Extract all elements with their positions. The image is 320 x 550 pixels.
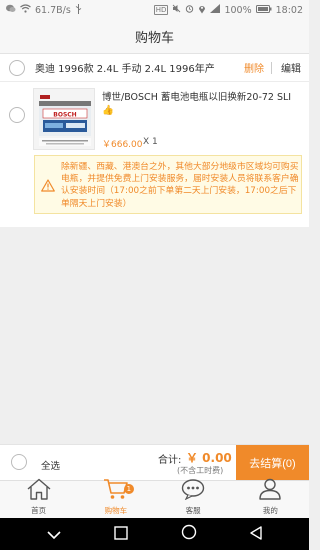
- home-nav-icon[interactable]: [181, 524, 197, 544]
- header: 购物车: [0, 20, 309, 54]
- alarm-icon: [185, 4, 194, 16]
- location-icon: [198, 4, 206, 17]
- tab-mine[interactable]: 我的: [232, 478, 309, 518]
- tab-bar: 首页 1 购物车 客服 我的: [0, 478, 309, 518]
- product-quantity: X 1: [143, 137, 158, 147]
- home-icon: [26, 478, 52, 504]
- hd-badge: HD: [153, 5, 169, 15]
- usb-icon: [75, 3, 82, 17]
- back-icon[interactable]: [249, 525, 263, 544]
- group-select-radio[interactable]: [9, 59, 25, 76]
- tab-service-label: 客服: [185, 506, 201, 515]
- battery-icon: [255, 4, 272, 16]
- select-all-label[interactable]: 全选: [41, 458, 60, 472]
- install-notice: 除新疆、西藏、港澳台之外，其他大部分地级市区域均可购买电瓶，并提供免费上门安装服…: [34, 155, 302, 214]
- collapse-icon[interactable]: [46, 525, 62, 544]
- tab-cart[interactable]: 1 购物车: [77, 479, 154, 518]
- vehicle-name: 奥迪 1996款 2.4L 手动 2.4L 1996年产: [35, 64, 215, 75]
- like-emoji: 👍: [102, 105, 114, 116]
- product-title: 博世/BOSCH 蓄电池电瓶以旧换新20-72 SLI: [102, 92, 292, 103]
- clock: 18:02: [275, 4, 303, 16]
- divider: [271, 62, 272, 74]
- select-all-radio[interactable]: [11, 454, 27, 470]
- battery-product-image: BOSCH: [34, 89, 94, 149]
- fee-note: (不含工时费): [177, 466, 224, 475]
- chat-icon: [180, 478, 206, 504]
- status-bar: 61.7B/s HD 100% 18:02: [0, 0, 309, 20]
- product-name[interactable]: 博世/BOSCH 蓄电池电瓶以旧换新20-72 SLI 👍: [102, 91, 302, 117]
- wifi-icon: [20, 4, 31, 16]
- tab-service[interactable]: 客服: [155, 478, 232, 518]
- total-label: 合计:: [158, 455, 182, 466]
- page-title: 购物车: [134, 31, 174, 46]
- tab-cart-label: 购物车: [104, 506, 128, 515]
- tab-mine-label: 我的: [262, 506, 278, 515]
- edit-button[interactable]: 编辑: [281, 60, 301, 75]
- total-value: ￥ 0.00: [186, 451, 232, 465]
- battery-level: 100%: [224, 4, 252, 16]
- system-nav-bar: [0, 518, 309, 550]
- notice-text: 除新疆、西藏、港澳台之外，其他大部分地级市区域均可购买电瓶，并提供免费上门安装服…: [61, 162, 299, 209]
- user-icon: [257, 478, 283, 504]
- recents-icon[interactable]: [114, 525, 129, 544]
- product-price: ￥666.00: [102, 140, 143, 150]
- signal-icon: [210, 4, 221, 16]
- checkout-bar: 全选 合计: ￥ 0.00 (不含工时费) 去结算(0): [0, 444, 309, 481]
- delete-button[interactable]: 删除: [244, 60, 264, 75]
- checkout-button[interactable]: 去结算(0): [236, 445, 309, 481]
- cart-badge: 1: [123, 484, 134, 494]
- warning-icon: [41, 177, 55, 196]
- item-select-radio[interactable]: [9, 107, 25, 123]
- mute-icon: [172, 4, 181, 16]
- product-thumbnail[interactable]: BOSCH: [33, 88, 95, 150]
- wechat-icon: [6, 4, 16, 16]
- tab-home-label: 首页: [31, 506, 47, 515]
- thumb-brand-text: BOSCH: [53, 112, 76, 119]
- network-speed: 61.7B/s: [35, 4, 71, 16]
- tab-home[interactable]: 首页: [0, 478, 77, 518]
- vehicle-group-row: 奥迪 1996款 2.4L 手动 2.4L 1996年产 删除 编辑: [0, 54, 309, 82]
- cart-item: BOSCH 博世/BOSCH 蓄电池电瓶以旧换新20-72 SLI 👍 ￥666…: [0, 82, 309, 227]
